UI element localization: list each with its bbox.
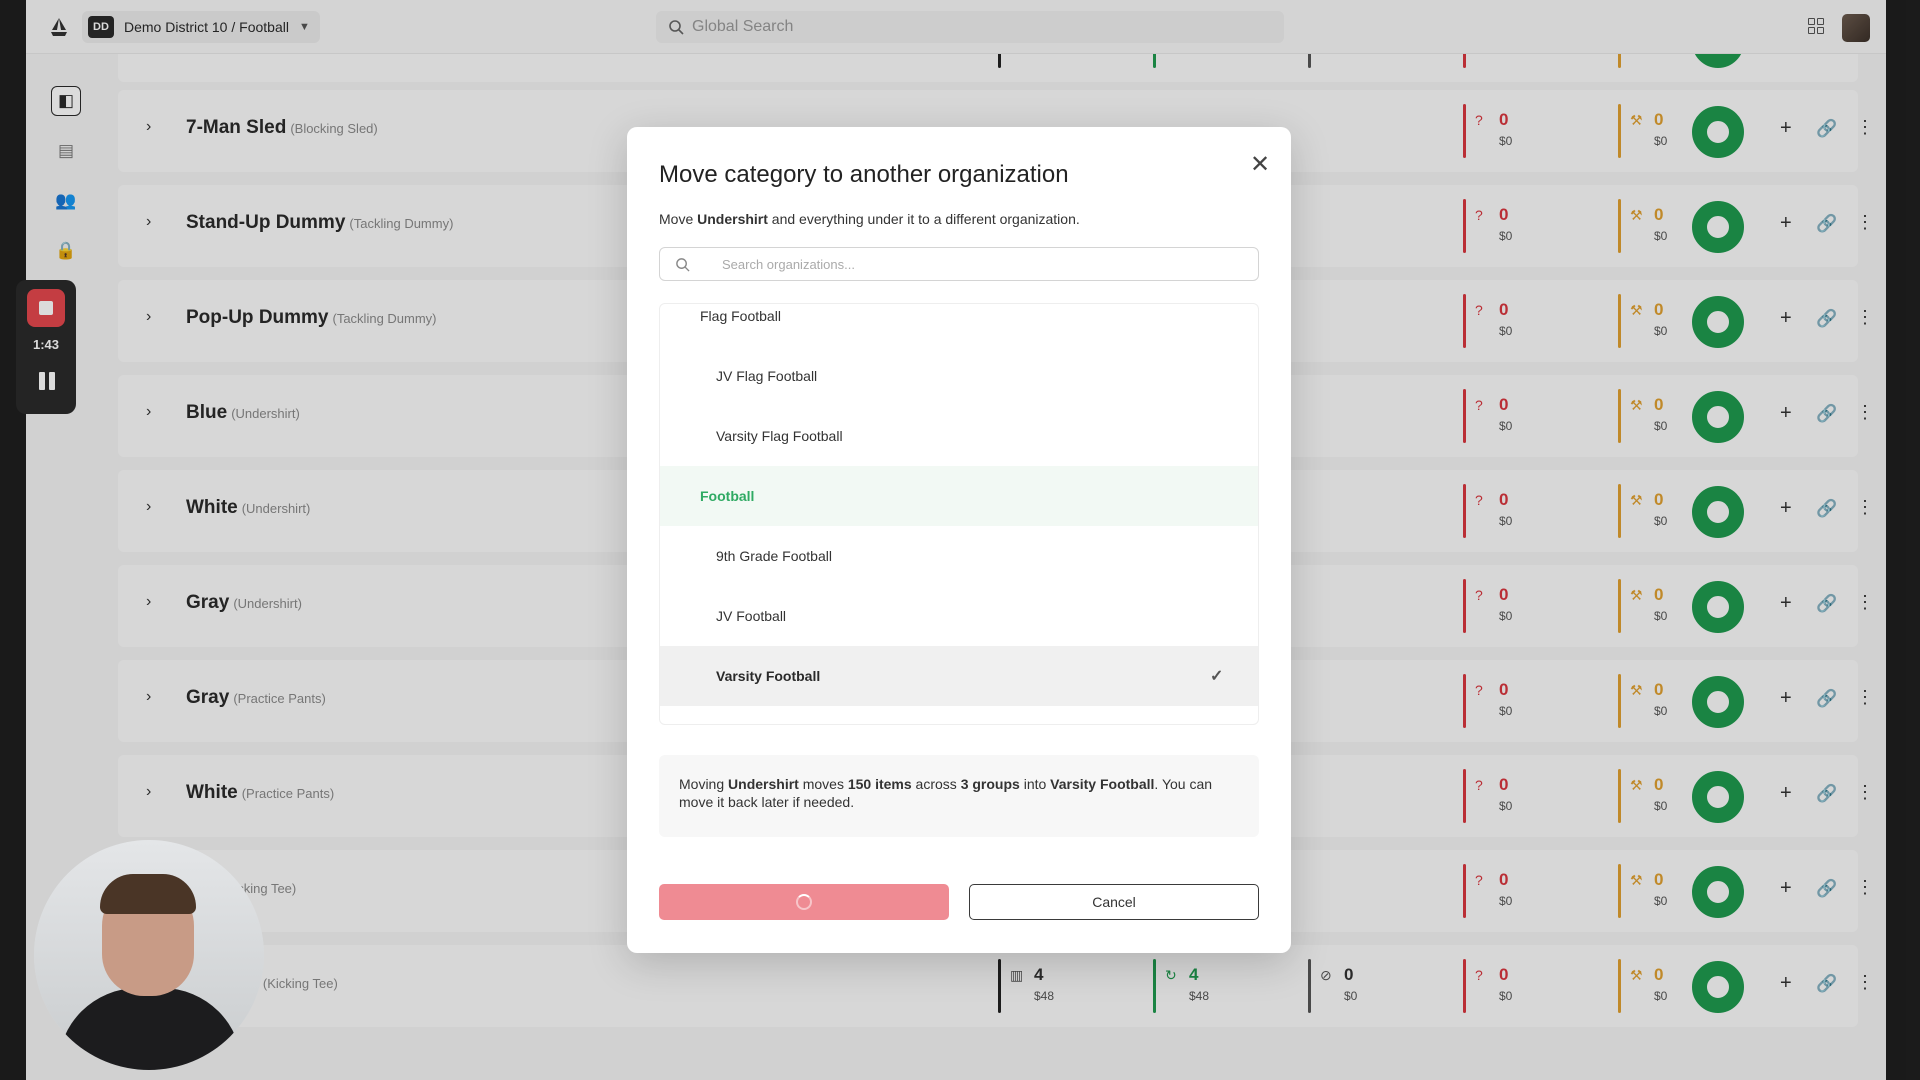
org-option-jv-flag-football[interactable]: JV Flag Football <box>660 346 1258 406</box>
dialog-description: Move Undershirt and everything under it … <box>659 211 1080 227</box>
org-option-label: 9th Grade Football <box>716 548 832 564</box>
webcam-overlay <box>34 840 264 1070</box>
desc-suffix: and everything under it to a different o… <box>767 211 1080 227</box>
search-icon <box>676 258 690 272</box>
org-option-label: Varsity Flag Football <box>716 428 843 444</box>
org-option-label: Varsity Football <box>716 668 821 684</box>
summary-text: Moving <box>679 776 729 792</box>
search-organizations-input[interactable] <box>659 247 1259 281</box>
summary-category: Undershirt <box>728 776 799 792</box>
desc-prefix: Move <box>659 211 698 227</box>
move-summary: Moving Undershirt moves 150 items across… <box>659 755 1259 837</box>
summary-item-count: 150 items <box>847 776 912 792</box>
org-option-label: Football <box>700 488 755 504</box>
org-option-label: JV Flag Football <box>716 368 818 384</box>
check-icon: ✓ <box>1210 668 1224 685</box>
cancel-button[interactable]: Cancel <box>969 884 1259 920</box>
close-icon[interactable]: ✕ <box>1245 149 1275 179</box>
summary-text: moves <box>798 776 848 792</box>
org-option-varsity-flag-football[interactable]: Varsity Flag Football <box>660 406 1258 466</box>
desc-category: Undershirt <box>697 211 768 227</box>
summary-target-org: Varsity Football <box>1050 776 1155 792</box>
org-option-football[interactable]: Football <box>660 466 1258 526</box>
move-category-dialog: Move category to another organization ✕ … <box>627 127 1291 953</box>
dialog-title: Move category to another organization <box>659 161 1069 188</box>
summary-text: into <box>1019 776 1051 792</box>
move-button[interactable] <box>659 884 949 920</box>
org-option-label: Flag Football <box>700 308 781 324</box>
org-option-varsity-football[interactable]: Varsity Football ✓ <box>660 646 1258 706</box>
summary-text: across <box>911 776 961 792</box>
org-option-9th-grade-football[interactable]: 9th Grade Football <box>660 526 1258 586</box>
organization-list: Flag Football JV Flag Football Varsity F… <box>659 303 1259 725</box>
org-option-label: JV Football <box>716 608 787 624</box>
org-option-flag-football[interactable]: Flag Football <box>660 304 1258 346</box>
summary-group-count: 3 groups <box>960 776 1020 792</box>
org-option-jv-football[interactable]: JV Football <box>660 586 1258 646</box>
spinner-icon <box>796 894 812 910</box>
